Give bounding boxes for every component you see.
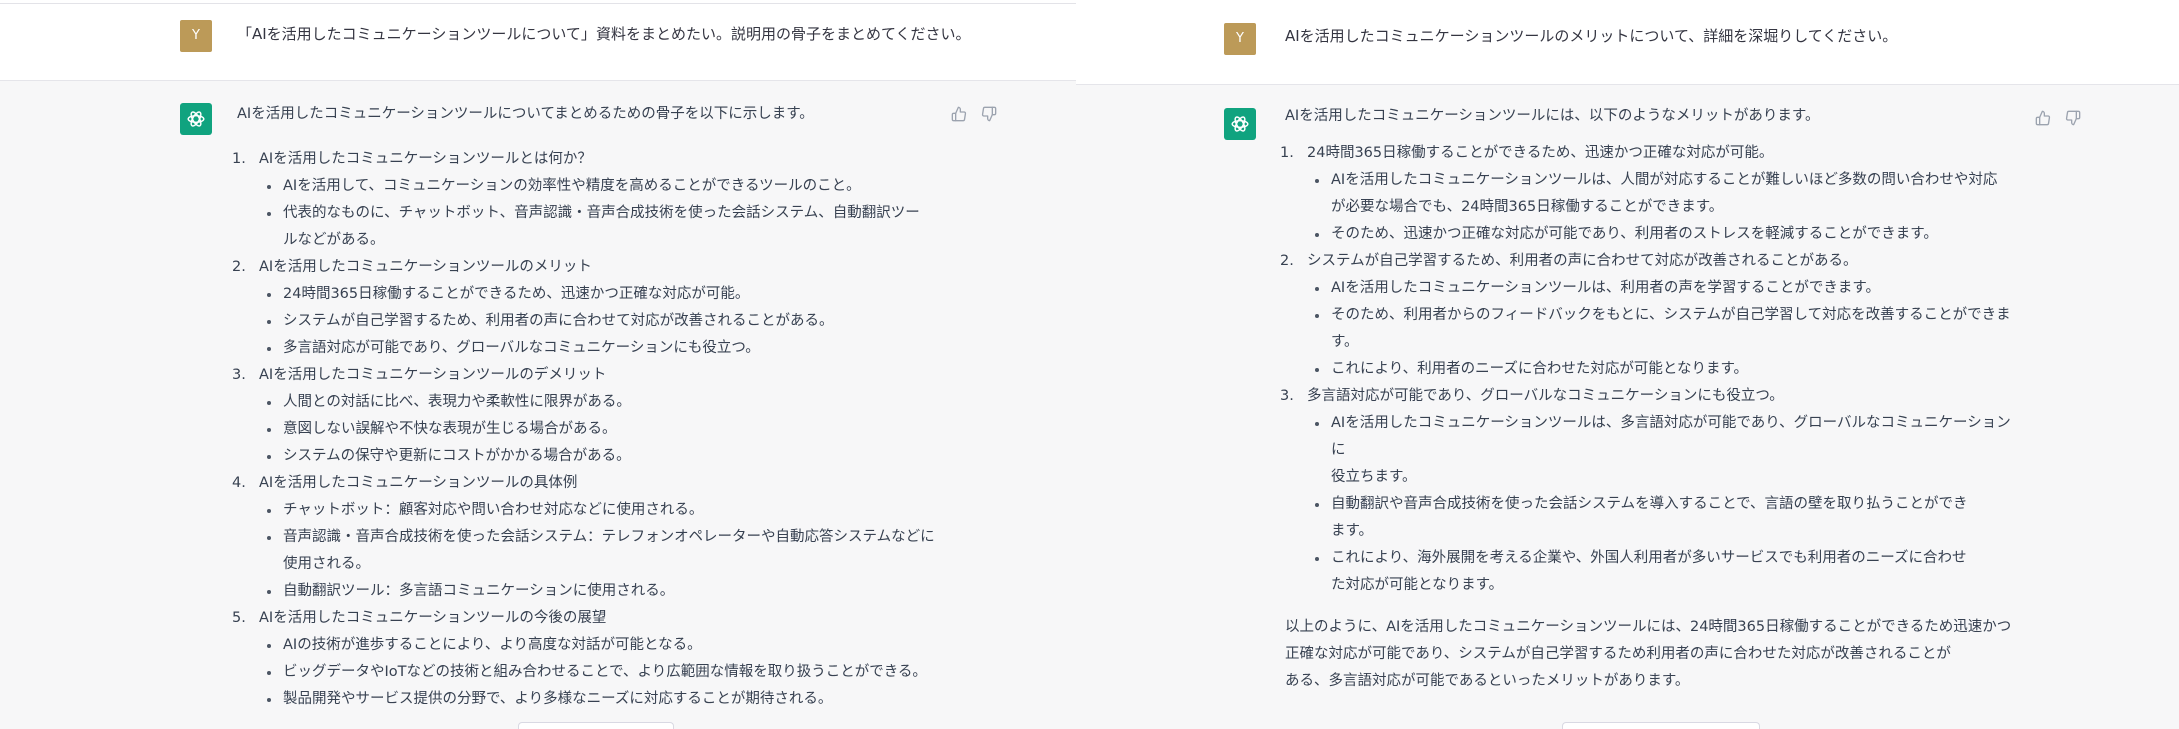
openai-logo-icon <box>1224 108 1256 140</box>
outline-section: 2. AIを活用したコミュニケーションツールのメリット 24時間365日稼働すること… <box>232 254 937 362</box>
section-title-text: 24時間365日稼働することができるため、迅速かつ正確な対応が可能。 <box>1307 145 1774 161</box>
outline-section: 4. AIを活用したコミュニケーションツールの具体例チャットボット：顧客対応や問い… <box>232 470 937 605</box>
bullet-item: システムの保守や更新にコストがかかる場合がある。 <box>267 443 937 470</box>
section-title: 3. 多言語対応が可能であり、グローバルなコミュニケーションにも役立つ。 <box>1280 383 2025 410</box>
bullet-item: 24時間365日稼働することができるため、迅速かつ正確な対応が可能。 <box>267 281 937 308</box>
bullet-item: 意図しない誤解や不快な表現が生じる場合がある。 <box>267 416 937 443</box>
section-number: 2. <box>232 259 246 275</box>
feedback-buttons <box>2034 109 2082 127</box>
regenerate-button[interactable] <box>518 722 674 729</box>
assistant-message-row: AIを活用したコミュニケーションツールには、以下のようなメリットがあります。 1… <box>1076 85 2179 729</box>
assistant-intro: AIを活用したコミュニケーションツールには、以下のようなメリットがあります。 <box>1285 108 1820 124</box>
bullet-list: AIを活用したコミュニケーションツールは、人間が対応することが難しいほど多数の問… <box>1285 167 2025 248</box>
bullet-list: AIを活用したコミュニケーションツールは、利用者の声を学習することができます。そ… <box>1285 275 2025 383</box>
section-number: 3. <box>232 367 246 383</box>
outline-section: 3. 多言語対応が可能であり、グローバルなコミュニケーションにも役立つ。 AIを活用… <box>1280 383 2025 599</box>
bullet-item: 自動翻訳や音声合成技術を使った会話システムを導入することで、言語の壁を取り払うこ… <box>1315 491 2025 545</box>
bullet-item: 代表的なものに、チャットボット、音声認識・音声合成技術を使った会話システム、自動… <box>267 200 937 254</box>
bullet-item: 製品開発やサービス提供の分野で、より多様なニーズに対応することが期待される。 <box>267 686 937 713</box>
bullet-item: AIを活用したコミュニケーションツールは、多言語対応が可能であり、グローバルなコ… <box>1315 410 2025 491</box>
bullet-item: そのため、迅速かつ正確な対応が可能であり、利用者のストレスを軽減することができま… <box>1315 221 2025 248</box>
bullet-item: 自動翻訳ツール：多言語コミュニケーションに使用される。 <box>267 578 937 605</box>
bullet-item: チャットボット：顧客対応や問い合わせ対応などに使用される。 <box>267 497 937 524</box>
bullet-item: AIの技術が進歩することにより、より高度な対話が可能となる。 <box>267 632 937 659</box>
section-title-text: AIを活用したコミュニケーションツールの具体例 <box>259 475 578 491</box>
bullet-list: AIを活用したコミュニケーションツールは、多言語対応が可能であり、グローバルなコ… <box>1285 410 2025 599</box>
bullet-item: 人間との対話に比べ、表現力や柔軟性に限界がある。 <box>267 389 937 416</box>
assistant-message-row: AIを活用したコミュニケーションツールについてまとめるための骨子を以下に示します… <box>0 81 1076 729</box>
bullet-item: ビッグデータやIoTなどの技術と組み合わせることで、より広範囲な情報を取り扱うこ… <box>267 659 937 686</box>
section-title-text: AIを活用したコミュニケーションツールのメリット <box>259 259 592 275</box>
user-avatar: Y <box>180 20 212 52</box>
section-number: 4. <box>232 475 246 491</box>
regenerate-button[interactable] <box>1562 722 1760 729</box>
bullet-list: 人間との対話に比べ、表現力や柔軟性に限界がある。 意図しない誤解や不快な表現が生じ… <box>237 389 937 470</box>
section-title-text: システムが自己学習するため、利用者の声に合わせて対応が改善されることがある。 <box>1307 253 1858 269</box>
bullet-item: AIを活用したコミュニケーションツールは、人間が対応することが難しいほど多数の問… <box>1315 167 2025 221</box>
bullet-item: これにより、利用者のニーズに合わせた対応が可能となります。 <box>1315 356 2025 383</box>
user-message-row: Y AIを活用したコミュニケーションツールのメリットについて、詳細を深堀りしてく… <box>1076 0 2179 85</box>
bullet-list: チャットボット：顧客対応や問い合わせ対応などに使用される。 音声認識・音声合成技術… <box>237 497 937 605</box>
section-title: 5. AIを活用したコミュニケーションツールの今後の展望 <box>232 605 937 632</box>
section-title-text: 多言語対応が可能であり、グローバルなコミュニケーションにも役立つ。 <box>1307 388 1784 404</box>
section-title: 2. システムが自己学習するため、利用者の声に合わせて対応が改善されることがある。 <box>1280 248 2025 275</box>
merit-list: 1. 24時間365日稼働することができるため、迅速かつ正確な対応が可能。 AIを活… <box>1280 140 2025 599</box>
bullet-item: 音声認識・音声合成技術を使った会話システム：テレフォンオペレーターや自動応答シス… <box>267 524 937 578</box>
thumbs-up-icon[interactable] <box>950 105 968 123</box>
bullet-item: システムが自己学習するため、利用者の声に合わせて対応が改善されることがある。 <box>267 308 937 335</box>
section-number: 1. <box>1280 145 1294 161</box>
bullet-item: AIを活用して、コミュニケーションの効率性や精度を高めることができるツールのこと… <box>267 173 937 200</box>
section-number: 1. <box>232 151 246 167</box>
section-title: 1. AIを活用したコミュニケーションツールとは何か？ <box>232 146 937 173</box>
bullet-item: そのため、利用者からのフィードバックをもとに、システムが自己学習して対応を改善す… <box>1315 302 2025 356</box>
thumbs-up-icon[interactable] <box>2034 109 2052 127</box>
section-number: 3. <box>1280 388 1294 404</box>
section-title-text: AIを活用したコミュニケーションツールの今後の展望 <box>259 610 607 626</box>
thumbs-down-icon[interactable] <box>2064 109 2082 127</box>
feedback-buttons <box>950 105 998 123</box>
section-title-text: AIを活用したコミュニケーションツールとは何か？ <box>259 151 592 167</box>
section-title: 2. AIを活用したコミュニケーションツールのメリット <box>232 254 937 281</box>
outline-section: 2. システムが自己学習するため、利用者の声に合わせて対応が改善されることがある。… <box>1280 248 2025 383</box>
bullet-item: AIを活用したコミュニケーションツールは、利用者の声を学習することができます。 <box>1315 275 2025 302</box>
outline-section: 1. 24時間365日稼働することができるため、迅速かつ正確な対応が可能。 AIを活… <box>1280 140 2025 248</box>
user-message-text: 「AIを活用したコミュニケーションツールについて」資料をまとめたい。説明用の骨子… <box>237 25 971 43</box>
bullet-item: 多言語対応が可能であり、グローバルなコミュニケーションにも役立つ。 <box>267 335 937 362</box>
user-message-text: AIを活用したコミュニケーションツールのメリットについて、詳細を深堀りしてくださ… <box>1285 27 1898 45</box>
section-number: 2. <box>1280 253 1294 269</box>
section-title: 4. AIを活用したコミュニケーションツールの具体例 <box>232 470 937 497</box>
assistant-message-body: AIを活用したコミュニケーションツールについてまとめるための骨子を以下に示します… <box>232 101 937 713</box>
thumbs-down-icon[interactable] <box>980 105 998 123</box>
outline-section: 3. AIを活用したコミュニケーションツールのデメリット人間との対話に比べ、表現力… <box>232 362 937 470</box>
assistant-message-body: AIを活用したコミュニケーションツールには、以下のようなメリットがあります。 1… <box>1280 103 2025 695</box>
user-avatar: Y <box>1224 23 1256 55</box>
outline-section: 1. AIを活用したコミュニケーションツールとは何か？ AIを活用して、コミュニケー… <box>232 146 937 254</box>
assistant-intro: AIを活用したコミュニケーションツールについてまとめるための骨子を以下に示します… <box>237 106 814 122</box>
bullet-list: 24時間365日稼働することができるため、迅速かつ正確な対応が可能。 システムが自… <box>237 281 937 362</box>
section-title-text: AIを活用したコミュニケーションツールのデメリット <box>259 367 607 383</box>
assistant-conclusion: 以上のように、AIを活用したコミュニケーションツールには、24時間365日稼働す… <box>1285 619 2012 689</box>
section-title: 3. AIを活用したコミュニケーションツールのデメリット <box>232 362 937 389</box>
left-chat-panel: Y 「AIを活用したコミュニケーションツールについて」資料をまとめたい。説明用の… <box>0 0 1076 729</box>
outline-section: 5. AIを活用したコミュニケーションツールの今後の展望 AIの技術が進歩することに… <box>232 605 937 713</box>
bullet-item: これにより、海外展開を考える企業や、外国人利用者が多いサービスでも利用者のニーズ… <box>1315 545 2025 599</box>
openai-logo-icon <box>180 103 212 135</box>
bullet-list: AIを活用して、コミュニケーションの効率性や精度を高めることができるツールのこと… <box>237 173 937 254</box>
bullet-list: AIの技術が進歩することにより、より高度な対話が可能となる。 ビッグデータやIoT… <box>237 632 937 713</box>
user-message-row: Y 「AIを活用したコミュニケーションツールについて」資料をまとめたい。説明用の… <box>0 0 1076 81</box>
right-chat-panel: Y AIを活用したコミュニケーションツールのメリットについて、詳細を深堀りしてく… <box>1076 0 2179 729</box>
section-number: 5. <box>232 610 246 626</box>
outline-list: 1. AIを活用したコミュニケーションツールとは何か？ AIを活用して、コミュニケー… <box>232 146 937 713</box>
section-title: 1. 24時間365日稼働することができるため、迅速かつ正確な対応が可能。 <box>1280 140 2025 167</box>
top-divider <box>0 3 1076 4</box>
